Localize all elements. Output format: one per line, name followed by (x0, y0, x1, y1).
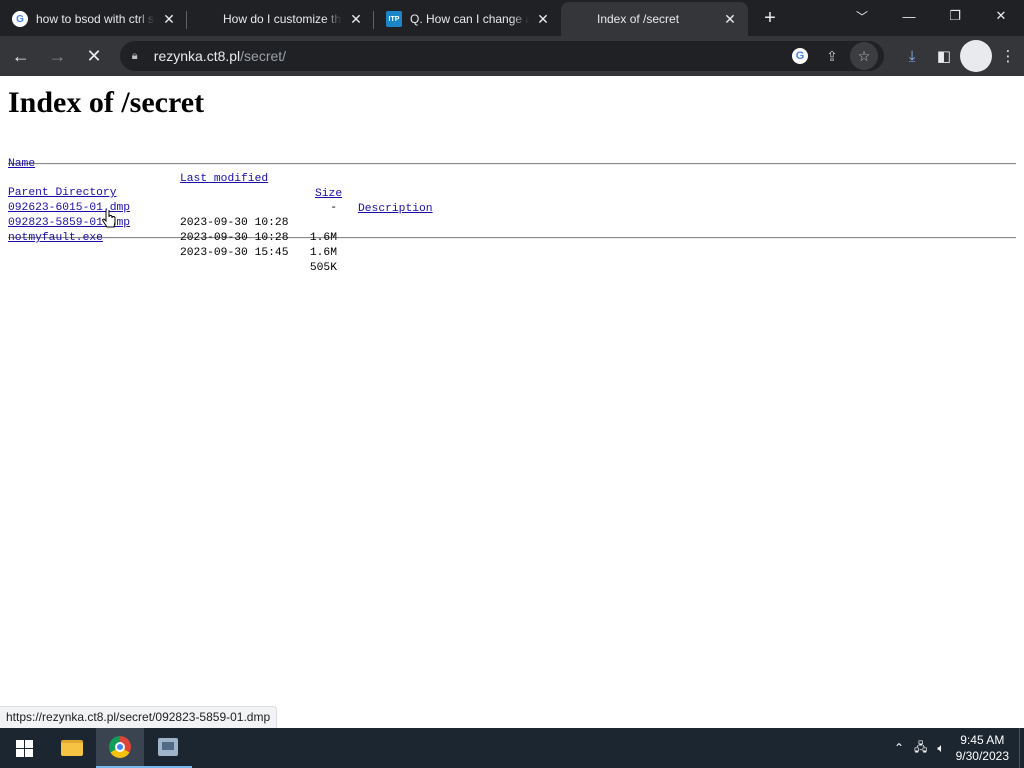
application-icon (158, 738, 178, 756)
windows-taskbar: ⌃ 🖧︎ 🔈︎ 9:45 AM 9/30/2023 (0, 728, 1024, 768)
divider (8, 237, 1016, 239)
folder-icon (61, 740, 83, 756)
chrome-icon (109, 736, 131, 758)
tab-title: how to bsod with ctrl scroll lock (36, 12, 155, 26)
close-tab-icon[interactable]: ✕ (722, 11, 738, 28)
system-tray: ⌃ 🖧︎ 🔈︎ 9:45 AM 9/30/2023 (889, 728, 1024, 768)
url-host: rezynka.ct8.pl (153, 48, 241, 64)
close-tab-icon[interactable]: ✕ (348, 11, 364, 28)
itpro-icon: ITP (386, 11, 402, 27)
app-taskbar-button[interactable] (144, 728, 192, 768)
list-item: 092623-6015-01.dmp 2023-09-30 10:28 1.6M (8, 186, 1016, 244)
close-tab-icon[interactable]: ✕ (535, 11, 551, 28)
start-button[interactable] (0, 728, 48, 768)
tab-itpro[interactable]: ITP Q. How can I change a ✕ (374, 2, 561, 36)
window-controls: — ❐ ✕ (886, 0, 1024, 32)
restore-button[interactable]: ❐ (932, 0, 978, 32)
file-explorer-button[interactable] (48, 728, 96, 768)
close-tab-icon[interactable]: ✕ (161, 11, 177, 28)
list-item: notmyfault.exe 2023-09-30 15:45 505K (8, 216, 1016, 274)
tab-google-search[interactable]: G how to bsod with ctrl scroll lock ✕ (0, 2, 187, 36)
back-button[interactable]: ← (5, 40, 37, 72)
directory-listing: Name Last modified Size Description Pare… (8, 142, 1016, 274)
page-title: Index of /secret (8, 86, 205, 119)
tab-title: Q. How can I change a (410, 12, 529, 26)
file-size: 1.6M (309, 232, 337, 244)
side-panel-icon[interactable]: ◧ (928, 40, 960, 72)
stop-loading-button[interactable]: ✕ (78, 40, 110, 72)
file-link[interactable]: notmyfault.exe (8, 231, 103, 246)
file-size: 1.6M (309, 247, 337, 259)
page-loading-icon (573, 11, 589, 27)
file-modified: 2023-09-30 15:45 (180, 247, 289, 259)
file-modified: 2023-09-30 10:28 (180, 232, 289, 244)
show-desktop-button[interactable] (1019, 728, 1024, 768)
bookmark-star-icon[interactable]: ☆ (850, 42, 879, 70)
clock-time: 9:45 AM (960, 733, 1005, 747)
sort-by-name-link[interactable]: Name (8, 157, 35, 172)
tab-index-secret[interactable]: Index of /secret ✕ (561, 2, 748, 36)
list-item: 092823-5859-01.dmp 2023-09-30 10:28 1.6M (8, 201, 1016, 259)
windows-logo-icon (15, 739, 33, 757)
hand-cursor-icon (102, 210, 116, 228)
list-item: Parent Directory - (8, 171, 1016, 214)
link-status-bubble: https://rezynka.ct8.pl/secret/092823-585… (0, 706, 278, 728)
browser-toolbar: ← → ✕ 🔒︎ rezynka.ct8.pl/secret/ G ⇪ ☆ ⤓ … (0, 36, 1024, 76)
clock-date: 9/30/2023 (955, 749, 1009, 763)
chevron-up-icon[interactable]: ⌃ (889, 741, 909, 755)
google-lens-icon[interactable]: G (786, 42, 814, 70)
lock-icon[interactable]: 🔒︎ (132, 50, 146, 63)
tab-title: Index of /secret (597, 12, 680, 26)
forward-button[interactable]: → (42, 40, 74, 72)
share-icon[interactable]: ⇪ (818, 42, 846, 70)
google-icon: G (12, 11, 28, 27)
volume-muted-icon[interactable]: 🔈︎ (932, 741, 949, 756)
address-bar[interactable]: 🔒︎ rezynka.ct8.pl/secret/ G ⇪ ☆ (119, 41, 885, 71)
new-tab-button[interactable]: + (756, 4, 784, 32)
file-size: 505K (309, 262, 337, 274)
tab-search-chevron-icon[interactable]: ﹀ (848, 0, 876, 32)
listing-header: Name Last modified Size Description (8, 142, 1016, 215)
tab-microsoft[interactable]: How do I customize the ✕ (187, 2, 374, 36)
tab-title: How do I customize the (223, 12, 342, 26)
microsoft-icon (199, 11, 215, 27)
chrome-taskbar-button[interactable] (96, 728, 144, 768)
menu-kebab-icon[interactable]: ⋮ (992, 40, 1024, 72)
close-window-button[interactable]: ✕ (978, 0, 1024, 32)
profile-button[interactable]: ● (960, 40, 993, 72)
network-icon[interactable]: 🖧︎ (909, 738, 932, 759)
minimize-button[interactable]: — (886, 0, 932, 32)
url-path: /secret/ (240, 48, 287, 64)
avatar-icon: ● (960, 40, 993, 72)
page-content: Index of /secret Name Last modified Size… (0, 76, 1024, 728)
download-icon[interactable]: ⤓ (896, 40, 928, 72)
clock[interactable]: 9:45 AM 9/30/2023 (950, 732, 1019, 764)
divider (8, 163, 1016, 165)
